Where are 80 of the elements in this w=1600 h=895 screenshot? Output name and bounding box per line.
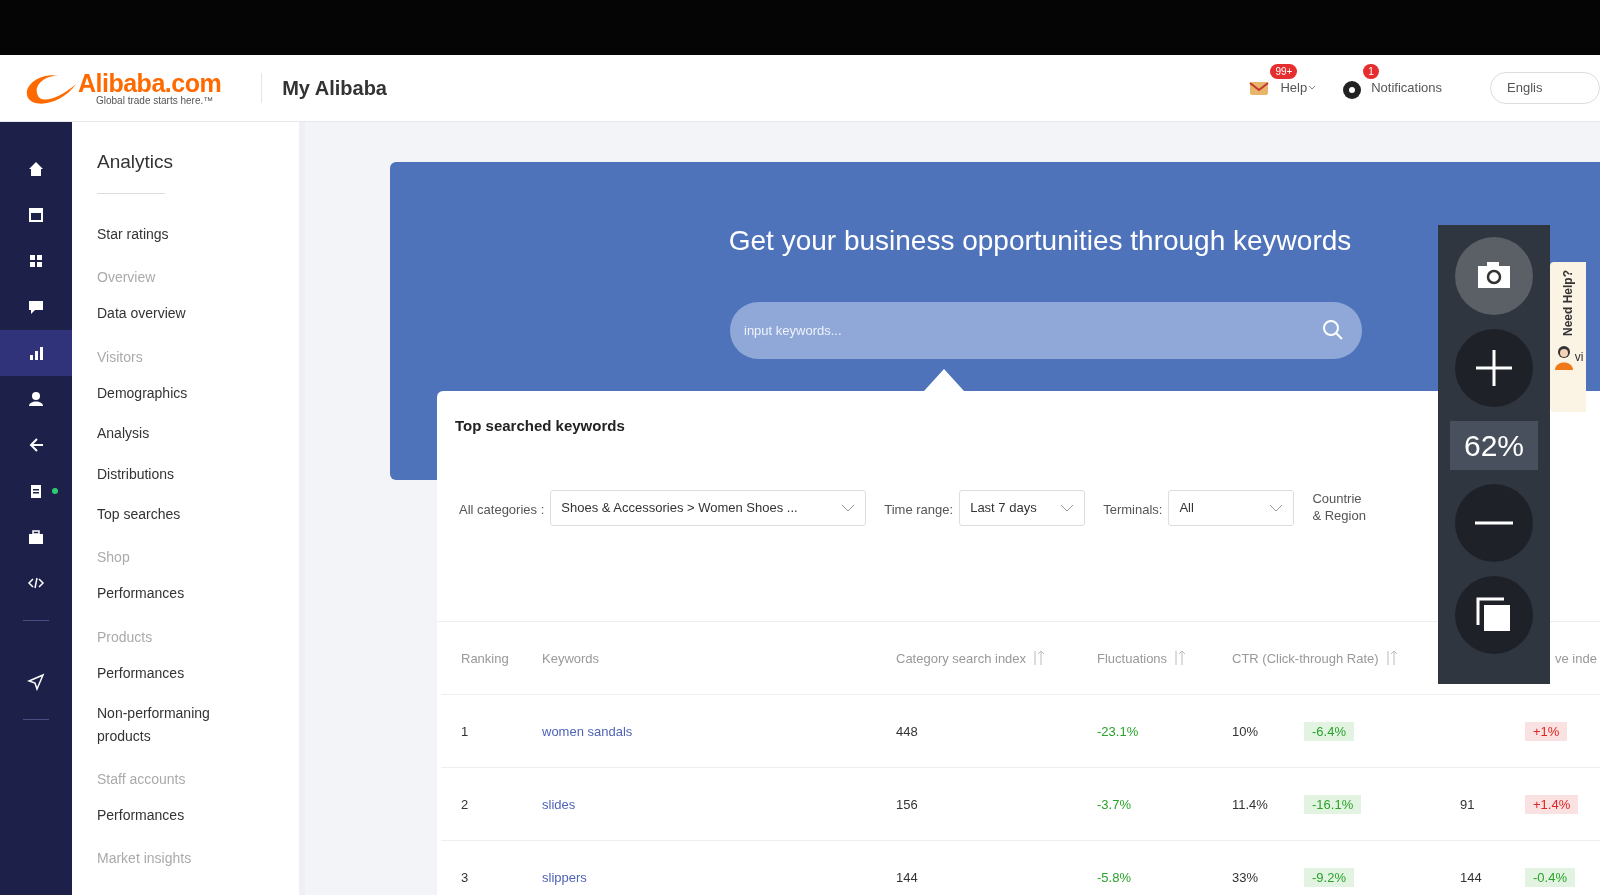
- rail-item[interactable]: [0, 330, 72, 376]
- rank-cell: 3: [461, 869, 469, 885]
- fluctuation-cell: -3.7%: [1097, 796, 1131, 812]
- section-heading: Products: [97, 627, 154, 647]
- sidebar-title: Analytics: [97, 150, 174, 174]
- chat-icon: [27, 298, 45, 316]
- help-label: Need Help?: [1560, 270, 1576, 336]
- sidebar-link[interactable]: Performances: [97, 794, 247, 836]
- notification-count-badge: 1: [1363, 64, 1379, 79]
- minus-icon: [1475, 521, 1513, 525]
- home-icon: [27, 160, 45, 178]
- logo-tagline: Global trade starts here.™: [96, 95, 215, 106]
- message-count-badge: 99+: [1270, 64, 1298, 79]
- change-tag: -16.1%: [1304, 794, 1362, 814]
- section-heading: Staff accounts: [97, 769, 187, 789]
- search-field[interactable]: input keywords...: [730, 302, 1362, 359]
- section-heading: Market insights: [97, 849, 193, 869]
- sidebar-link[interactable]: Top searches: [97, 493, 247, 535]
- bar-chart-icon: [27, 344, 45, 362]
- section-heading: Visitors: [97, 347, 144, 367]
- card-title: Top searched keywords: [454, 416, 626, 436]
- filter-dropdown[interactable]: All: [1168, 489, 1295, 526]
- change-tag: -9.2%: [1304, 867, 1354, 887]
- ctr-cell: 10%: [1232, 723, 1259, 739]
- chevron-down-icon: [841, 503, 856, 512]
- keyword-link[interactable]: slippers: [542, 869, 587, 885]
- filter-dropdown[interactable]: Last 7 days: [959, 489, 1086, 526]
- change-tag: +1.4%: [1525, 794, 1579, 814]
- ctr-cell: 33%: [1232, 869, 1259, 885]
- zoom-level: 62%: [1449, 421, 1538, 470]
- plus-icon: [1474, 348, 1514, 388]
- filter-label: Time range:: [884, 500, 954, 519]
- grid-icon: [27, 252, 45, 270]
- sidebar-link[interactable]: Distributions: [97, 453, 247, 494]
- filter-label: Terminals:: [1103, 500, 1163, 519]
- value-cell: 144: [1460, 869, 1482, 885]
- filter-label: All categories :: [459, 500, 545, 519]
- sidebar-link[interactable]: Performances: [97, 652, 247, 694]
- sidebar-link[interactable]: Non-performaning products: [97, 693, 247, 756]
- arrow-icon: [27, 436, 45, 454]
- avatar-icon: [1552, 344, 1575, 370]
- window-icon: [27, 206, 45, 224]
- ctr-cell: 11.4%: [1232, 796, 1268, 812]
- notifications-link[interactable]: Notifications: [1371, 78, 1442, 98]
- sidebar-link[interactable]: Analysis: [97, 413, 247, 454]
- sidebar-link[interactable]: Data overview: [97, 293, 247, 334]
- value-cell: 91: [1460, 796, 1475, 812]
- chevron-down-icon: [1269, 503, 1284, 512]
- section-heading: Overview: [97, 268, 157, 288]
- change-tag: -6.4%: [1304, 721, 1354, 741]
- filter-label: Countrie & Region: [1312, 489, 1367, 525]
- sidebar-link[interactable]: Star ratings: [97, 214, 247, 255]
- index-cell: 144: [896, 869, 918, 885]
- column-header: Ranking: [461, 649, 509, 668]
- filter-dropdown[interactable]: Shoes & Accessories > Women Shoes ...: [550, 489, 867, 526]
- change-tag: +1%: [1525, 721, 1568, 741]
- section-heading: Shop: [97, 548, 131, 568]
- help-text: vi: [1574, 349, 1584, 366]
- banner-title: Get your business opportunities through keywords: [727, 224, 1353, 258]
- sidebar-link[interactable]: Demographics: [97, 372, 247, 414]
- help-menu[interactable]: Help: [1280, 78, 1318, 98]
- index-cell: 156: [896, 796, 918, 812]
- column-header: Keywords: [542, 649, 600, 668]
- user-icon: [27, 390, 45, 408]
- keyword-link[interactable]: women sandals: [542, 723, 633, 739]
- briefcase-icon: [27, 528, 45, 546]
- rank-cell: 2: [461, 796, 469, 812]
- chevron-down-icon: [1060, 503, 1075, 512]
- fluctuation-cell: -23.1%: [1097, 723, 1139, 739]
- fluctuation-cell: -5.8%: [1097, 869, 1131, 885]
- change-tag: -0.4%: [1525, 867, 1575, 887]
- column-header: ve inde: [1555, 649, 1597, 668]
- send-icon: [27, 673, 45, 691]
- keyword-link[interactable]: slides: [542, 796, 576, 812]
- help-tab[interactable]: Need Help? vi: [1550, 262, 1586, 412]
- index-cell: 448: [896, 723, 918, 739]
- caret-icon: [1307, 84, 1318, 92]
- rank-cell: 1: [461, 723, 469, 739]
- page-title: My Alibaba: [261, 73, 387, 103]
- sidebar-link[interactable]: Performances: [97, 573, 247, 614]
